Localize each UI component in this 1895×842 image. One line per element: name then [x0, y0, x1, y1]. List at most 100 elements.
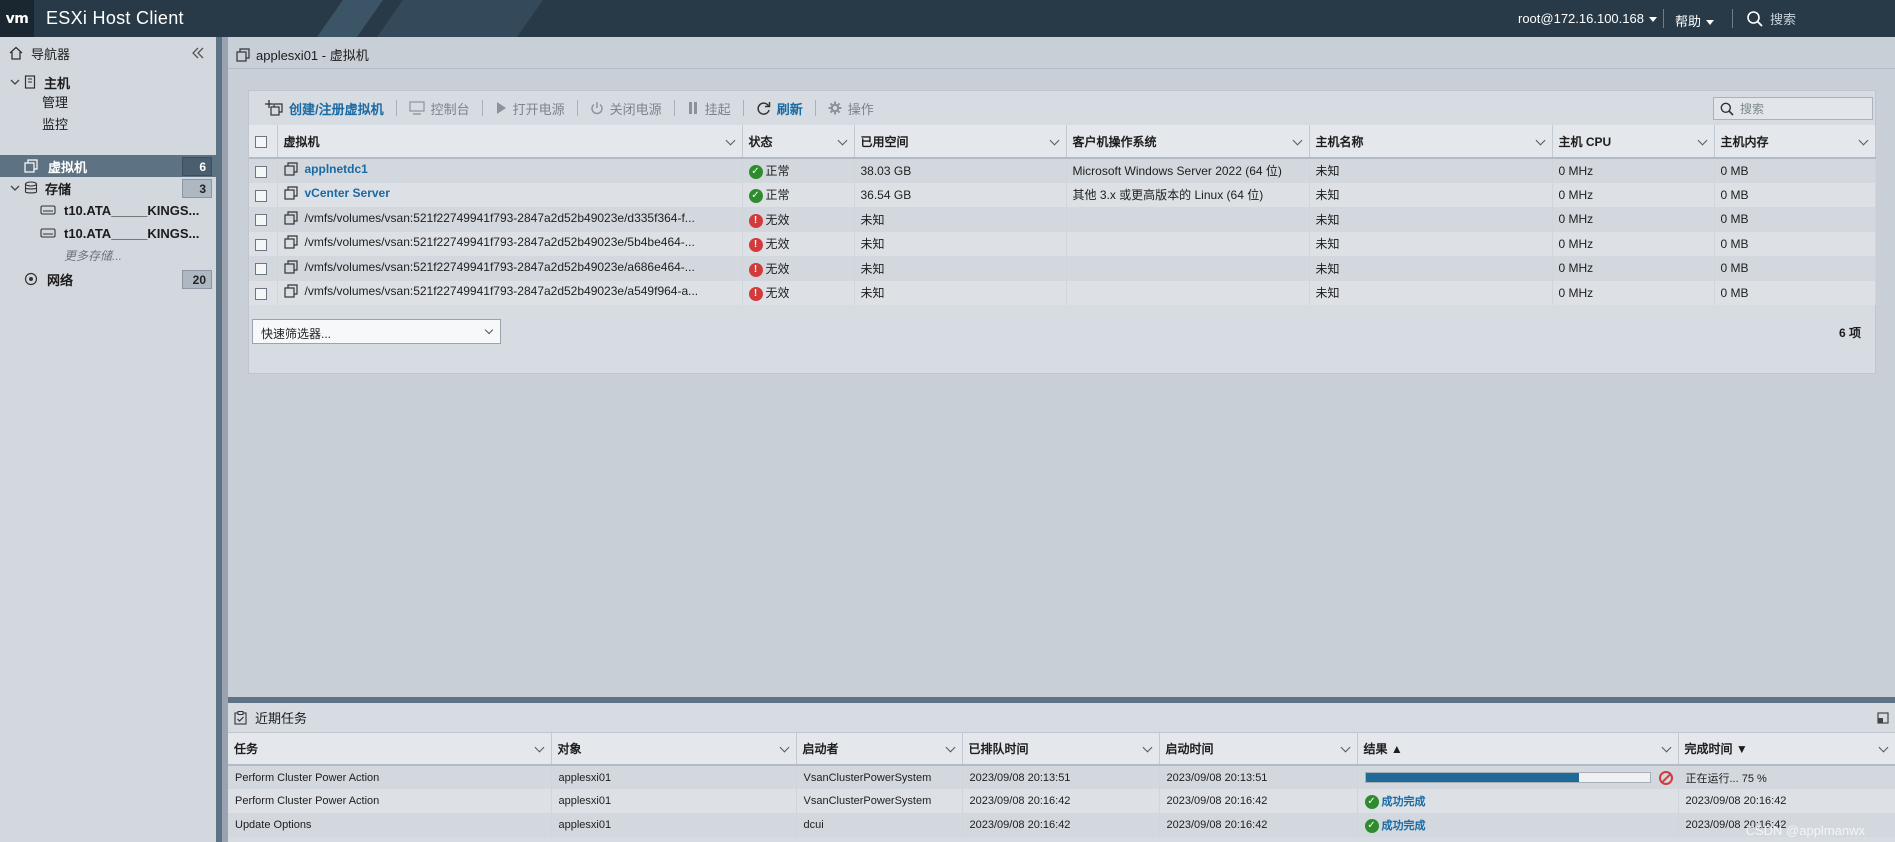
vm-name-label[interactable]: /vmfs/volumes/vsan:521f22749941f793-2847…: [305, 211, 695, 225]
chevron-down-icon[interactable]: [779, 742, 789, 753]
row-select-cell[interactable]: [249, 231, 278, 256]
column-header-status[interactable]: 状态: [742, 125, 855, 159]
vm-name-cell[interactable]: applnetdc1: [277, 158, 743, 183]
chevron-down-icon[interactable]: [725, 135, 735, 146]
select-all-checkbox[interactable]: [255, 135, 267, 148]
chevron-down-icon: [1706, 20, 1715, 26]
help-label: 帮助: [1675, 14, 1702, 29]
nav-monitor-label: 监控: [42, 116, 69, 132]
vm-name-link[interactable]: applnetdc1: [305, 162, 368, 176]
column-header-guest-os[interactable]: 客户机操作系统: [1066, 125, 1310, 159]
suspend-button[interactable]: 挂起: [675, 91, 743, 125]
chevron-down-icon[interactable]: [1340, 742, 1350, 753]
collapse-icon[interactable]: [192, 47, 204, 59]
nav-host-label: 主机: [44, 75, 71, 91]
vm-name-cell[interactable]: /vmfs/volumes/vsan:521f22749941f793-2847…: [277, 256, 743, 281]
power-on-button[interactable]: 打开电源: [483, 91, 577, 125]
row-checkbox[interactable]: [255, 287, 267, 300]
chevron-down-icon[interactable]: [945, 742, 955, 753]
chevron-down-icon[interactable]: [1049, 135, 1059, 146]
chevron-down-icon[interactable]: [534, 742, 544, 753]
nav-manage[interactable]: 管理: [0, 90, 216, 112]
table-row[interactable]: /vmfs/volumes/vsan:521f22749941f793-2847…: [249, 280, 1876, 305]
column-header-used-space[interactable]: 已用空间: [854, 125, 1067, 159]
row-checkbox[interactable]: [255, 263, 267, 276]
nav-virtual-machines[interactable]: 虚拟机 6: [0, 155, 216, 177]
vm-name-cell[interactable]: /vmfs/volumes/vsan:521f22749941f793-2847…: [277, 231, 743, 256]
select-all-header[interactable]: [249, 125, 278, 159]
status-label: 无效: [765, 261, 790, 276]
actions-button[interactable]: 操作: [816, 91, 886, 125]
nav-monitor[interactable]: 监控: [0, 112, 216, 134]
grid-search-input[interactable]: 搜索: [1713, 97, 1873, 120]
nav-datastore[interactable]: t10.ATA_____KINGS...: [0, 222, 216, 244]
table-row[interactable]: /vmfs/volumes/vsan:521f22749941f793-2847…: [249, 231, 1876, 256]
vm-count-badge: 6: [182, 157, 212, 176]
watermark: CSDN @applmanwx: [1745, 823, 1865, 838]
vm-name-link[interactable]: vCenter Server: [305, 186, 390, 200]
vm-name-cell[interactable]: vCenter Server: [277, 182, 743, 207]
vm-name-label[interactable]: /vmfs/volumes/vsan:521f22749941f793-2847…: [305, 284, 699, 298]
chevron-down-icon[interactable]: [837, 135, 847, 146]
row-select-cell[interactable]: [249, 182, 278, 207]
table-row[interactable]: /vmfs/volumes/vsan:521f22749941f793-2847…: [249, 207, 1876, 232]
column-header-vm[interactable]: 虚拟机: [277, 125, 743, 159]
column-header-task[interactable]: 任务: [228, 733, 552, 766]
create-vm-icon: [265, 100, 283, 116]
column-header-target[interactable]: 对象: [551, 733, 797, 766]
nav-datastore[interactable]: t10.ATA_____KINGS...: [0, 199, 216, 221]
column-header-queued[interactable]: 已排队时间: [962, 733, 1160, 766]
create-register-vm-button[interactable]: 创建/注册虚拟机: [253, 91, 396, 125]
chevron-down-icon[interactable]: [1858, 135, 1868, 146]
refresh-button[interactable]: 刷新: [744, 91, 815, 125]
quick-filter-select[interactable]: 快速筛选器...: [252, 319, 501, 344]
power-off-button[interactable]: 关闭电源: [578, 91, 674, 125]
column-header-hostname[interactable]: 主机名称: [1309, 125, 1553, 159]
column-header-host-cpu[interactable]: 主机 CPU: [1552, 125, 1715, 159]
row-checkbox[interactable]: [255, 165, 267, 178]
chevron-down-icon[interactable]: [1878, 742, 1888, 753]
help-menu[interactable]: 帮助: [1675, 11, 1715, 30]
row-select-cell[interactable]: [249, 280, 278, 305]
column-header-started[interactable]: 启动时间: [1159, 733, 1358, 766]
row-select-cell[interactable]: [249, 158, 278, 183]
global-search[interactable]: 搜索: [1746, 9, 1796, 28]
recent-tasks-panel: 近期任务 任务 对象 启动者 已排队时间 启动时间 结果 ▲ 完成时间 ▼ Pe…: [228, 697, 1895, 842]
task-row[interactable]: Update Options applesxi01 dcui 2023/09/0…: [228, 813, 1895, 837]
cancel-icon[interactable]: [1658, 770, 1673, 785]
vm-name-label[interactable]: /vmfs/volumes/vsan:521f22749941f793-2847…: [305, 260, 695, 274]
row-select-cell[interactable]: [249, 256, 278, 281]
more-storage-link[interactable]: 更多存储...: [64, 247, 122, 264]
user-menu[interactable]: root@172.16.100.168: [1518, 11, 1657, 26]
chevron-down-icon[interactable]: [1535, 135, 1545, 146]
table-row[interactable]: vCenter Server ✓ 正常 36.54 GB 其他 3.x 或更高版本…: [249, 182, 1876, 207]
row-checkbox[interactable]: [255, 214, 267, 227]
task-row[interactable]: Perform Cluster Power Action applesxi01 …: [228, 765, 1895, 789]
column-header-initiator[interactable]: 启动者: [796, 733, 963, 766]
column-header-result[interactable]: 结果 ▲: [1357, 733, 1679, 766]
vm-name-cell[interactable]: /vmfs/volumes/vsan:521f22749941f793-2847…: [277, 207, 743, 232]
host-memory-cell: 0 MB: [1714, 256, 1876, 281]
vm-name-label[interactable]: /vmfs/volumes/vsan:521f22749941f793-2847…: [305, 235, 695, 249]
chevron-down-icon[interactable]: [1142, 742, 1152, 753]
console-button[interactable]: 控制台: [397, 91, 482, 125]
chevron-down-icon[interactable]: [1292, 135, 1302, 146]
table-row[interactable]: applnetdc1 ✓ 正常 38.03 GB Microsoft Window…: [249, 158, 1876, 183]
maximize-icon[interactable]: [1877, 712, 1889, 724]
row-checkbox[interactable]: [255, 238, 267, 251]
table-row[interactable]: /vmfs/volumes/vsan:521f22749941f793-2847…: [249, 256, 1876, 281]
vm-name-cell[interactable]: /vmfs/volumes/vsan:521f22749941f793-2847…: [277, 280, 743, 305]
column-header-completed[interactable]: 完成时间 ▼: [1678, 733, 1895, 766]
result-cell: ✓ 成功完成: [1357, 813, 1679, 837]
host-cpu-cell: 0 MHz: [1552, 182, 1715, 207]
chevron-down-icon[interactable]: [1697, 135, 1707, 146]
guest-os-cell: [1066, 280, 1310, 305]
chevron-down-icon[interactable]: [1661, 742, 1671, 753]
row-checkbox[interactable]: [255, 189, 267, 202]
nav-storage[interactable]: 存储 3: [0, 177, 216, 199]
column-header-host-memory[interactable]: 主机内存: [1714, 125, 1876, 159]
row-select-cell[interactable]: [249, 207, 278, 232]
task-row[interactable]: Perform Cluster Power Action applesxi01 …: [228, 789, 1895, 813]
nav-networking[interactable]: 网络 20: [0, 268, 216, 290]
check-icon: ✓: [1364, 795, 1379, 810]
